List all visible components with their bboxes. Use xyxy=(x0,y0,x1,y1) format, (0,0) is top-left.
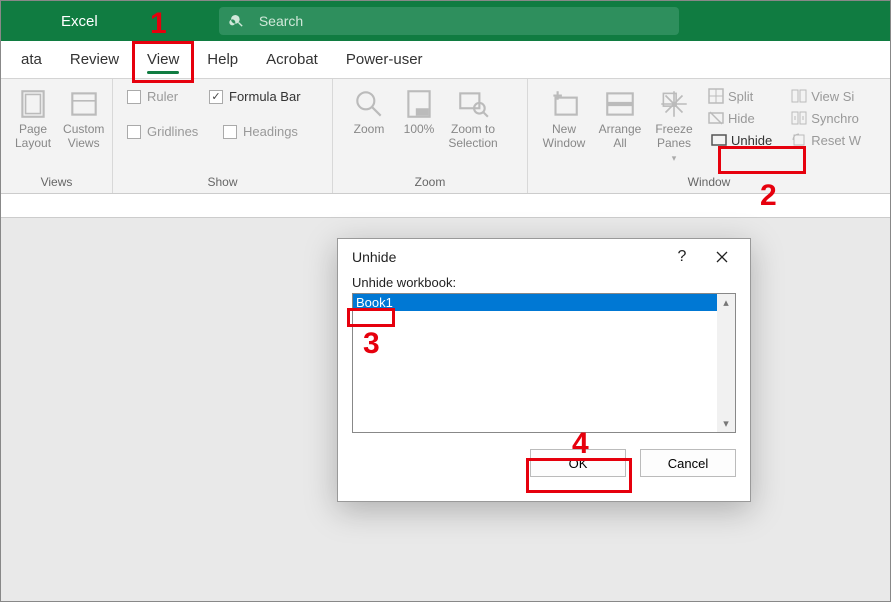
list-item[interactable]: Book1 xyxy=(353,294,735,311)
tab-data[interactable]: ata xyxy=(7,40,56,78)
chevron-down-icon: ▾ xyxy=(672,153,677,163)
split-icon xyxy=(708,88,724,104)
search-input[interactable]: Search xyxy=(219,7,679,35)
arrange-all-button[interactable]: ArrangeAll xyxy=(592,85,648,153)
hundred-label: 100% xyxy=(404,123,435,137)
formula-strip xyxy=(1,196,890,218)
dialog-close-button[interactable] xyxy=(702,242,742,272)
ruler-checkbox[interactable]: Ruler xyxy=(121,85,203,108)
split-label: Split xyxy=(728,89,753,104)
synchro-label: Synchro xyxy=(811,111,859,126)
synchro-button[interactable]: Synchro xyxy=(787,107,865,129)
unhide-dialog: Unhide ? Unhide workbook: Book1 ▴ ▾ OK C… xyxy=(337,238,751,502)
split-button[interactable]: Split xyxy=(704,85,779,107)
hide-button[interactable]: Hide xyxy=(704,107,779,129)
scroll-up-icon[interactable]: ▴ xyxy=(721,294,731,311)
freeze-panes-icon xyxy=(657,87,691,121)
dialog-label: Unhide workbook: xyxy=(352,275,736,290)
zoom-to-selection-button[interactable]: Zoom toSelection xyxy=(441,85,505,153)
title-bar: Excel Search xyxy=(1,1,890,41)
callout-4: 4 xyxy=(572,427,589,461)
unhide-label: Unhide xyxy=(731,133,772,148)
ribbon: PageLayout CustomViews Views Ruler Formu… xyxy=(1,79,890,194)
dialog-title: Unhide xyxy=(352,249,396,265)
custom-views-icon xyxy=(67,87,101,121)
page-layout-icon xyxy=(16,87,50,121)
view-side-label: View Si xyxy=(811,89,854,104)
scroll-down-icon[interactable]: ▾ xyxy=(721,415,731,432)
tab-view[interactable]: View xyxy=(133,40,193,78)
arrange-all-icon xyxy=(603,87,637,121)
dialog-titlebar: Unhide ? xyxy=(338,239,750,275)
zoom-icon xyxy=(352,87,386,121)
custom-views-label: CustomViews xyxy=(63,123,104,151)
group-views-label: Views xyxy=(9,175,104,191)
tab-acrobat[interactable]: Acrobat xyxy=(252,40,332,78)
arrange-all-label: ArrangeAll xyxy=(599,123,642,151)
hundred-percent-button[interactable]: 100% xyxy=(397,85,441,139)
group-show-label: Show xyxy=(121,175,324,191)
hundred-icon xyxy=(402,87,436,121)
zoom-selection-icon xyxy=(456,87,490,121)
new-window-icon xyxy=(547,87,581,121)
callout-1: 1 xyxy=(150,7,167,41)
tab-help[interactable]: Help xyxy=(193,40,252,78)
reset-icon xyxy=(791,132,807,148)
app-name: Excel xyxy=(61,13,98,30)
dialog-help-button[interactable]: ? xyxy=(662,242,702,272)
search-wrap: Search xyxy=(98,7,800,35)
new-window-label: NewWindow xyxy=(543,123,586,151)
tab-review[interactable]: Review xyxy=(56,40,133,78)
search-icon xyxy=(229,13,245,29)
hide-icon xyxy=(708,110,724,126)
freeze-panes-label: FreezePanes xyxy=(655,123,692,151)
page-layout-label: PageLayout xyxy=(15,123,51,151)
new-window-button[interactable]: NewWindow xyxy=(536,85,592,153)
formula-bar-checkbox[interactable]: Formula Bar xyxy=(203,85,307,108)
close-icon xyxy=(716,251,728,263)
gridlines-label: Gridlines xyxy=(147,124,198,139)
hide-label: Hide xyxy=(728,111,755,126)
zoom-button[interactable]: Zoom xyxy=(341,85,397,139)
workbook-listbox[interactable]: Book1 ▴ ▾ xyxy=(352,293,736,433)
group-show: Ruler Formula Bar Gridlines Headings Sho… xyxy=(113,79,333,193)
group-zoom-label: Zoom xyxy=(341,175,519,191)
ruler-label: Ruler xyxy=(147,89,178,104)
synchro-icon xyxy=(791,110,807,126)
view-side-button[interactable]: View Si xyxy=(787,85,865,107)
view-side-icon xyxy=(791,88,807,104)
dialog-buttons: OK Cancel xyxy=(338,433,750,493)
headings-label: Headings xyxy=(243,124,298,139)
tab-power-user[interactable]: Power-user xyxy=(332,40,437,78)
reset-window-button[interactable]: Reset W xyxy=(787,129,865,151)
callout-2: 2 xyxy=(760,179,777,213)
ribbon-tabs: ata Review View Help Acrobat Power-user xyxy=(1,41,890,79)
dialog-body: Unhide workbook: Book1 ▴ ▾ xyxy=(338,275,750,433)
cancel-button[interactable]: Cancel xyxy=(640,449,736,477)
group-views: PageLayout CustomViews Views xyxy=(1,79,113,193)
zoom-label: Zoom xyxy=(354,123,385,137)
scrollbar[interactable]: ▴ ▾ xyxy=(717,294,735,432)
formula-bar-label: Formula Bar xyxy=(229,89,301,104)
gridlines-checkbox[interactable]: Gridlines xyxy=(121,120,217,143)
zoom-selection-label: Zoom toSelection xyxy=(448,123,497,151)
headings-checkbox[interactable]: Headings xyxy=(217,120,304,143)
group-window: NewWindow ArrangeAll FreezePanes ▾ Split… xyxy=(528,79,890,193)
custom-views-button[interactable]: CustomViews xyxy=(57,85,110,153)
group-window-label: Window xyxy=(536,175,882,191)
callout-3: 3 xyxy=(363,327,380,361)
unhide-button[interactable]: Unhide xyxy=(704,129,779,151)
page-layout-button[interactable]: PageLayout xyxy=(9,85,57,153)
search-placeholder: Search xyxy=(259,13,303,29)
group-zoom: Zoom 100% Zoom toSelection Zoom xyxy=(333,79,528,193)
unhide-icon xyxy=(711,132,727,148)
freeze-panes-button[interactable]: FreezePanes ▾ xyxy=(648,85,700,165)
reset-label: Reset W xyxy=(811,133,861,148)
